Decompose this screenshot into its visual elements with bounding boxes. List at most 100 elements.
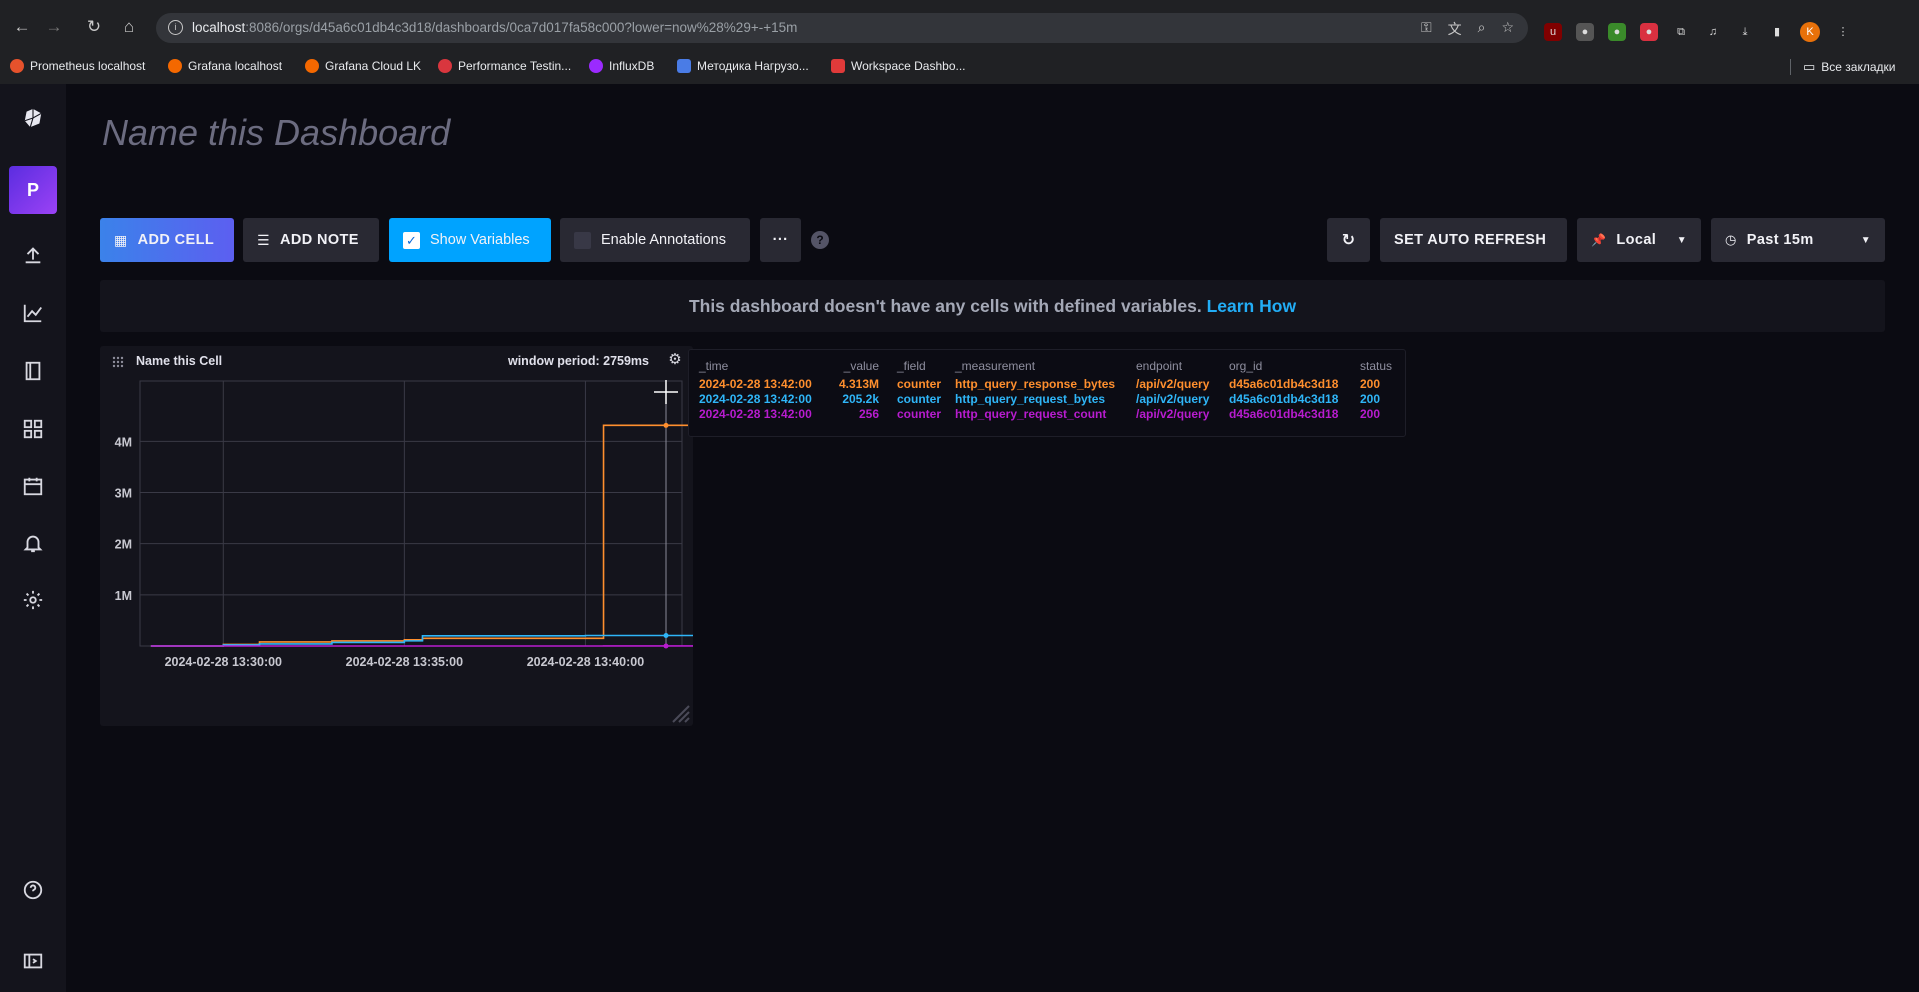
line-chart[interactable]: 1M 2M 3M 4M 2024-02-28 13:30:00 2024-02-28 13… bbox=[100, 346, 693, 726]
set-auto-refresh-button[interactable]: SET AUTO REFRESH bbox=[1380, 218, 1567, 262]
tooltip-header: _value bbox=[843, 359, 880, 373]
bookmark-label: Grafana Cloud LK bbox=[325, 59, 422, 73]
help-question-icon[interactable]: ? bbox=[811, 231, 829, 249]
puzzle-icon[interactable]: ⧉ bbox=[1672, 23, 1690, 41]
tooltip-cell: /api/v2/query bbox=[1136, 407, 1210, 421]
tooltip-cell: http_query_request_bytes bbox=[955, 392, 1106, 406]
pin-icon: 📌 bbox=[1591, 233, 1607, 247]
learn-how-link[interactable]: Learn How bbox=[1207, 296, 1296, 316]
tooltip-cell: /api/v2/query bbox=[1136, 377, 1210, 391]
expand-nav-icon[interactable] bbox=[9, 937, 57, 985]
show-variables-toggle[interactable]: ✓ Show Variables bbox=[389, 218, 551, 262]
plot-border bbox=[139, 380, 683, 647]
notebooks-icon[interactable] bbox=[9, 347, 57, 395]
tooltip-cell: /api/v2/query bbox=[1136, 392, 1210, 406]
more-options-button[interactable]: ··· bbox=[760, 218, 801, 262]
dashboard-cell[interactable]: Name this Cell window period: 2759ms ⚙ 1… bbox=[100, 346, 693, 726]
bookmark-label: Методика Нагрузо... bbox=[697, 59, 809, 73]
media-icon[interactable]: ♫ bbox=[1704, 23, 1722, 41]
data-explorer-icon[interactable] bbox=[9, 289, 57, 337]
sidebar: P bbox=[0, 84, 66, 992]
tooltip-cell: d45a6c01db4c3d18 bbox=[1229, 377, 1339, 391]
bookmark-prometheus[interactable]: Prometheus localhost bbox=[10, 59, 145, 73]
checkbox-unchecked-icon bbox=[574, 231, 591, 249]
url-path: :8086/orgs/d45a6c01db4c3d18/dashboards/0… bbox=[245, 20, 798, 35]
bookmark-grafana[interactable]: Grafana localhost bbox=[168, 59, 282, 73]
time-range-dropdown[interactable]: ◷ Past 15m ▼ bbox=[1711, 218, 1885, 262]
hover-point bbox=[663, 422, 669, 428]
profile-avatar[interactable]: K bbox=[1800, 22, 1820, 42]
tooltip-col-time: _time 2024-02-28 13:42:00 2024-02-28 13:… bbox=[699, 350, 812, 422]
banner-text: This dashboard doesn't have any cells wi… bbox=[688, 296, 1202, 316]
bookmark-performance[interactable]: Performance Testin... bbox=[438, 59, 571, 73]
bookmark-workspace[interactable]: Workspace Dashbo... bbox=[831, 59, 966, 73]
org-avatar[interactable]: P bbox=[9, 166, 57, 214]
tooltip-header: org_id bbox=[1229, 359, 1263, 373]
extension-icon[interactable]: ● bbox=[1640, 23, 1658, 41]
all-bookmarks-label: Все закладки bbox=[1821, 60, 1896, 74]
ublock-icon[interactable]: u bbox=[1544, 23, 1562, 41]
more-options-icon: ··· bbox=[772, 232, 789, 248]
grafana-icon bbox=[305, 59, 319, 73]
timezone-label: Local bbox=[1616, 232, 1657, 248]
extension-icon[interactable]: ● bbox=[1576, 23, 1594, 41]
bookmark-label: InfluxDB bbox=[609, 59, 655, 73]
dashboards-icon[interactable] bbox=[9, 405, 57, 453]
reload-icon[interactable]: ↻ bbox=[80, 13, 108, 41]
x-tick-label: 2024-02-28 13:30:00 bbox=[165, 655, 282, 669]
bookmark-label: Prometheus localhost bbox=[30, 59, 146, 73]
note-lines-icon: ☰ bbox=[257, 231, 270, 248]
alerts-bell-icon[interactable] bbox=[9, 519, 57, 567]
refresh-button[interactable]: ↻ bbox=[1327, 218, 1370, 262]
bookmark-influxdb[interactable]: InfluxDB bbox=[589, 59, 654, 73]
hover-tooltip: _time 2024-02-28 13:42:00 2024-02-28 13:… bbox=[688, 349, 1406, 437]
hover-point bbox=[663, 643, 669, 649]
all-bookmarks[interactable]: ▭ Все закладки bbox=[1790, 59, 1896, 75]
influx-logo-icon[interactable] bbox=[9, 94, 57, 142]
site-info-icon[interactable]: i bbox=[168, 20, 183, 35]
settings-gear-icon[interactable] bbox=[9, 576, 57, 624]
caret-down-icon: ▼ bbox=[1860, 234, 1871, 246]
sidepanel-icon[interactable]: ▮ bbox=[1768, 23, 1786, 41]
key-icon[interactable]: ⚿ bbox=[1421, 19, 1432, 39]
tooltip-header: _field bbox=[897, 359, 926, 373]
url-host: localhost bbox=[192, 20, 246, 35]
tooltip-cell: d45a6c01db4c3d18 bbox=[1229, 407, 1339, 421]
resize-handle-icon[interactable] bbox=[667, 700, 691, 724]
help-icon[interactable] bbox=[9, 866, 57, 914]
tooltip-header: endpoint bbox=[1136, 359, 1183, 373]
url-text[interactable]: localhost:8086/orgs/d45a6c01db4c3d18/das… bbox=[192, 20, 797, 35]
translate-icon[interactable]: 文 bbox=[1448, 19, 1462, 39]
refresh-icon: ↻ bbox=[1341, 232, 1356, 249]
enable-annotations-toggle[interactable]: Enable Annotations bbox=[560, 218, 750, 262]
bookmark-grafana-cloud[interactable]: Grafana Cloud LK bbox=[305, 59, 421, 73]
back-icon[interactable]: ← bbox=[8, 13, 36, 41]
download-icon[interactable]: ⤓ bbox=[1736, 23, 1754, 41]
tooltip-cell: 200 bbox=[1360, 407, 1381, 421]
extension-icon[interactable]: ● bbox=[1608, 23, 1626, 41]
grafana-icon bbox=[168, 59, 182, 73]
star-icon[interactable]: ☆ bbox=[1501, 19, 1514, 39]
home-icon[interactable]: ⌂ bbox=[115, 13, 143, 41]
zoom-icon[interactable]: ⌕ bbox=[1478, 19, 1486, 39]
series-line-http_query_request_bytes bbox=[150, 634, 693, 647]
docs-icon bbox=[677, 59, 691, 73]
timezone-dropdown[interactable]: 📌 Local ▼ bbox=[1577, 218, 1701, 262]
tooltip-cell: counter bbox=[897, 392, 942, 406]
y-tick-label: 2M bbox=[115, 538, 132, 552]
add-note-label: ADD NOTE bbox=[279, 232, 359, 248]
tooltip-cell: http_query_request_count bbox=[955, 407, 1107, 421]
menu-icon[interactable]: ⋮ bbox=[1834, 23, 1852, 41]
bookmark-methodology[interactable]: Методика Нагрузо... bbox=[677, 59, 809, 73]
dashboard-title[interactable]: Name this Dashboard bbox=[102, 112, 450, 154]
workspace-icon bbox=[831, 59, 845, 73]
add-note-button[interactable]: ☰ ADD NOTE bbox=[243, 218, 379, 262]
upload-icon[interactable] bbox=[9, 231, 57, 279]
x-tick-label: 2024-02-28 13:35:00 bbox=[346, 655, 463, 669]
forward-icon[interactable]: → bbox=[40, 13, 68, 41]
tasks-icon[interactable] bbox=[9, 462, 57, 510]
address-bar[interactable]: i localhost:8086/orgs/d45a6c01db4c3d18/d… bbox=[156, 13, 1528, 43]
add-cell-button[interactable]: ▦ ADD CELL bbox=[100, 218, 234, 262]
tooltip-cell: counter bbox=[897, 377, 942, 391]
performance-icon bbox=[438, 59, 452, 73]
